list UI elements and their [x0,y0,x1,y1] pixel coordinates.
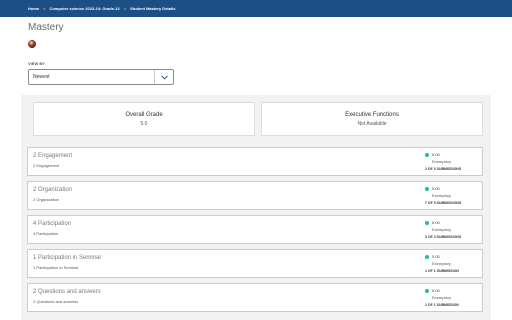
standard-subtitle: 4 Participation [33,231,59,236]
view-by-selected: Newest [33,74,50,80]
mastery-row[interactable]: 2 Questions and answers 2 Questions and … [27,283,483,312]
standard-subtitle: 2 Organization [33,197,60,202]
executive-functions-value: Not Available [357,120,387,127]
level: Exemplary [432,193,451,198]
standard-name: 2 Engagement [33,153,73,159]
score: 5.00 [432,186,440,191]
status-dot [425,289,429,293]
view-by-label: VIEW BY [28,61,45,66]
page-title: Mastery [28,22,64,33]
breadcrumb-course[interactable]: Computer science 2023-24: Grade-12 [49,6,119,11]
level: Exemplary [432,159,451,164]
level: Exemplary [432,295,451,300]
mastery-row[interactable]: 2 Engagement 2 Engagement 5.00 Exemplary… [27,147,483,176]
standard-name: 2 Questions and answers [33,289,101,295]
level: Exemplary [432,261,451,266]
standard-subtitle: 2 Engagement [33,163,60,168]
submissions-count: 1 OF 1 SUBMISSION [425,269,459,273]
submissions-count: 1 OF 1 SUBMISSION [425,303,459,307]
submissions-count: 2 OF 3 SUBMISSIONS [425,167,462,171]
score: 5.00 [432,220,440,225]
status-dot [425,187,429,191]
overall-grade-card: Overall Grade 5.0 [33,102,255,136]
avatar[interactable] [28,40,36,48]
status-dot [425,255,429,259]
mastery-row[interactable]: 4 Participation 4 Participation 5.00 Exe… [27,215,483,244]
standard-name: 2 Organization [33,187,73,193]
breadcrumb: Home > Computer science 2023-24: Grade-1… [0,0,512,17]
score: 5.00 [432,288,440,293]
score: 5.00 [432,254,440,259]
overall-grade-value: 5.0 [140,120,148,127]
mastery-row[interactable]: 2 Organization 2 Organization 5.00 Exemp… [27,181,483,210]
status-dot [425,221,429,225]
chevron-down-icon [154,70,173,84]
level: Exemplary [432,227,451,232]
breadcrumb-current: Student Mastery Details [130,6,176,11]
overall-grade-label: Overall Grade [125,111,163,118]
standard-subtitle: 2 Questions and answers [33,299,79,304]
breadcrumb-separator: > [43,6,46,11]
submissions-count: 3 OF 4 SUBMISSIONS [425,235,462,239]
view-by-select[interactable]: Newest [28,69,174,85]
submissions-count: 7 OF 9 SUBMISSIONS [425,201,462,205]
standard-subtitle: 1 Participation in Seminar [33,265,79,270]
standard-name: 4 Participation [33,221,72,227]
executive-functions-label: Executive Functions [345,111,399,118]
breadcrumb-separator: > [123,6,127,11]
breadcrumb-home[interactable]: Home [28,6,39,11]
status-dot [425,153,429,157]
standard-name: 1 Participation in Seminar [33,255,102,261]
executive-functions-card: Executive Functions Not Available [261,102,483,136]
mastery-row[interactable]: 1 Participation in Seminar 1 Participati… [27,249,483,278]
score: 5.00 [432,152,440,157]
